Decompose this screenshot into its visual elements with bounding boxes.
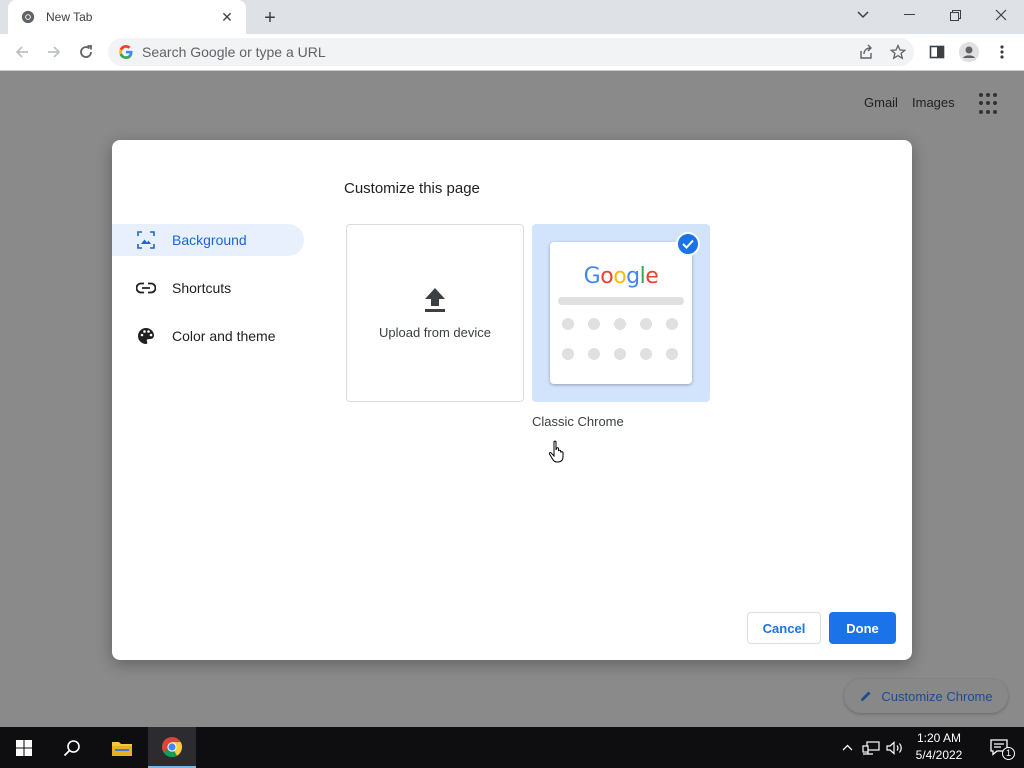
menu-item-label: Shortcuts bbox=[172, 280, 232, 296]
preview-shortcut-dots bbox=[562, 318, 678, 360]
done-button[interactable]: Done bbox=[829, 612, 896, 644]
profile-avatar-icon[interactable] bbox=[955, 38, 983, 66]
gmail-link[interactable]: Gmail bbox=[864, 95, 898, 110]
google-g-icon bbox=[119, 45, 133, 59]
google-logo: Google bbox=[583, 264, 659, 289]
pencil-icon bbox=[861, 691, 871, 701]
omnibox-input[interactable] bbox=[142, 44, 914, 60]
image-icon bbox=[136, 230, 156, 250]
clock-date: 5/4/2022 bbox=[915, 748, 963, 762]
notification-center-button[interactable]: 1 bbox=[980, 727, 1020, 768]
preview-search-bar bbox=[558, 297, 684, 305]
forward-button[interactable] bbox=[40, 38, 68, 66]
file-explorer-button[interactable] bbox=[98, 727, 146, 768]
dialog-title: Customize this page bbox=[344, 180, 480, 197]
search-icon bbox=[63, 739, 80, 756]
customize-chrome-label: Customize Chrome bbox=[881, 688, 993, 704]
hand-cursor-icon bbox=[548, 440, 564, 463]
new-tab-button[interactable]: + bbox=[258, 6, 282, 30]
upload-icon bbox=[425, 287, 445, 312]
minimize-button[interactable] bbox=[886, 0, 932, 30]
customize-dialog: Customize this page Background Shortcuts… bbox=[112, 140, 912, 660]
google-apps-icon[interactable] bbox=[979, 93, 1001, 115]
tab-close-icon[interactable]: ✕ bbox=[218, 8, 236, 26]
show-hidden-icons-chevron-icon[interactable] bbox=[838, 727, 856, 768]
tab-title: New Tab bbox=[46, 10, 93, 24]
side-panel-icon[interactable] bbox=[923, 38, 951, 66]
notification-count-badge: 1 bbox=[1002, 747, 1015, 760]
link-icon bbox=[136, 278, 156, 298]
share-icon[interactable] bbox=[854, 40, 878, 64]
selected-check-icon bbox=[676, 232, 700, 256]
cancel-button[interactable]: Cancel bbox=[747, 612, 821, 644]
upload-from-device-tile[interactable]: Upload from device bbox=[346, 224, 524, 402]
customize-chrome-button[interactable]: Customize Chrome bbox=[844, 679, 1008, 713]
chrome-menu-icon[interactable] bbox=[988, 38, 1016, 66]
tab-strip: New Tab ✕ + bbox=[0, 0, 1024, 34]
search-button[interactable] bbox=[48, 727, 96, 768]
browser-toolbar bbox=[0, 34, 1024, 71]
chrome-icon bbox=[162, 736, 183, 757]
windows-taskbar: 1:20 AM 5/4/2022 1 bbox=[0, 727, 1024, 768]
palette-icon bbox=[136, 326, 156, 346]
menu-item-shortcuts[interactable]: Shortcuts bbox=[112, 272, 304, 304]
menu-item-label: Color and theme bbox=[172, 328, 276, 344]
upload-label: Upload from device bbox=[379, 324, 491, 340]
close-window-button[interactable] bbox=[978, 0, 1024, 30]
menu-item-label: Background bbox=[172, 232, 247, 248]
classic-chrome-caption: Classic Chrome bbox=[532, 414, 624, 429]
reload-button[interactable] bbox=[72, 38, 100, 66]
classic-chrome-preview: Google bbox=[550, 242, 692, 384]
bookmark-star-icon[interactable] bbox=[886, 40, 910, 64]
tab-search-chevron-icon[interactable] bbox=[840, 0, 886, 30]
images-link[interactable]: Images bbox=[912, 95, 955, 110]
back-button[interactable] bbox=[8, 38, 36, 66]
restore-button[interactable] bbox=[932, 0, 978, 30]
classic-chrome-tile[interactable]: Google bbox=[532, 224, 710, 402]
chrome-favicon-icon bbox=[20, 9, 36, 25]
chrome-taskbar-button[interactable] bbox=[148, 727, 196, 768]
tab-new-tab[interactable]: New Tab ✕ bbox=[8, 0, 246, 34]
taskbar-clock[interactable]: 1:20 AM 5/4/2022 bbox=[900, 730, 978, 764]
omnibox[interactable] bbox=[108, 38, 914, 66]
menu-item-color-and-theme[interactable]: Color and theme bbox=[112, 320, 304, 352]
folder-icon bbox=[112, 741, 132, 756]
start-button[interactable] bbox=[0, 727, 48, 768]
windows-logo-icon bbox=[16, 739, 32, 756]
clock-time: 1:20 AM bbox=[916, 731, 962, 745]
menu-item-background[interactable]: Background bbox=[112, 224, 304, 256]
network-icon[interactable] bbox=[860, 727, 882, 768]
